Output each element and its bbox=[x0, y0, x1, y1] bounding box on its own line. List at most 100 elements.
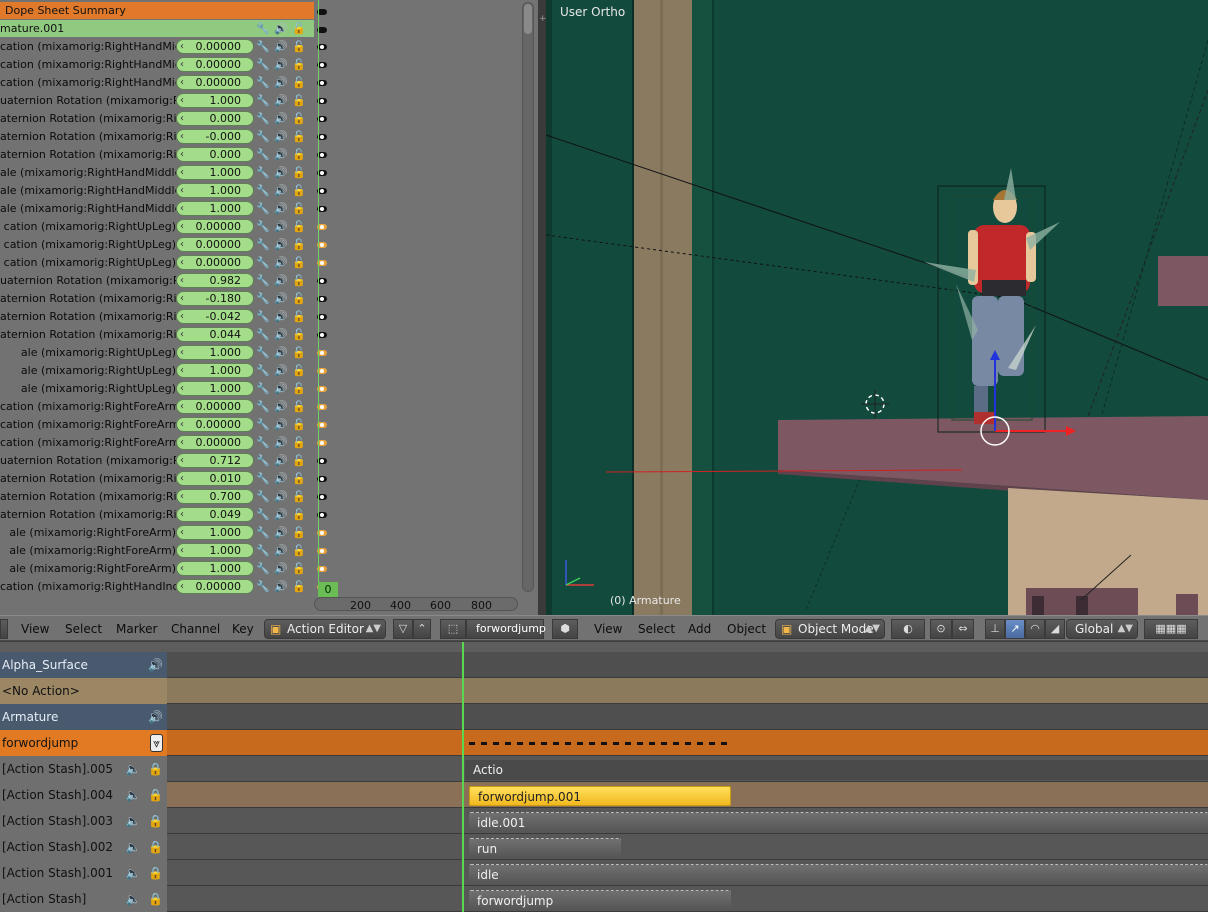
channel-value-field[interactable]: 0.712 bbox=[176, 453, 254, 468]
channel-name[interactable]: uaternion Rotation (mixamorig:Righ bbox=[0, 452, 176, 470]
nla-current-frame-line[interactable] bbox=[462, 642, 464, 912]
channel-row[interactable]: uaternion Rotation (mixamorig:Righ0.712🔧… bbox=[0, 452, 314, 470]
channel-row[interactable]: aternion Rotation (mixamorig:Right0.700🔧… bbox=[0, 488, 314, 506]
nla-strip[interactable]: idle bbox=[469, 864, 1208, 884]
speaker-icon[interactable]: 🔊 bbox=[274, 508, 288, 522]
nla-track-row[interactable]: [Action Stash].005 🔈 🔒 Actio bbox=[0, 756, 1208, 782]
wrench-icon[interactable]: 🔧 bbox=[256, 112, 270, 126]
speaker-icon[interactable]: 🔊 bbox=[274, 292, 288, 306]
wrench-icon[interactable]: 🔧 bbox=[256, 418, 270, 432]
channel-value-field[interactable]: 1.000 bbox=[176, 165, 254, 180]
speaker-icon[interactable]: 🔊 bbox=[274, 256, 288, 270]
lock-icon[interactable]: 🔓 bbox=[292, 292, 306, 306]
channel-row[interactable]: cation (mixamorig:RightHandMiddle0.00000… bbox=[0, 56, 314, 74]
lock-icon[interactable]: 🔓 bbox=[292, 562, 306, 576]
channel-row[interactable]: ale (mixamorig:RightHandMiddle3)1.000🔧 🔊 🔓 bbox=[0, 200, 314, 218]
channel-value-field[interactable]: 0.00000 bbox=[176, 219, 254, 234]
wrench-icon[interactable]: 🔧 bbox=[256, 382, 270, 396]
scale-icon[interactable]: ◢ bbox=[1045, 619, 1065, 639]
action-name-field[interactable]: forwordjump bbox=[466, 619, 546, 639]
push-down-icon[interactable]: ⩔ bbox=[150, 734, 163, 752]
wrench-icon[interactable]: 🔧 bbox=[256, 58, 270, 72]
speaker-icon[interactable]: 🔊 bbox=[274, 472, 288, 486]
channel-name[interactable]: cation (mixamorig:RightForeArm) bbox=[0, 434, 176, 452]
channel-row[interactable]: cation (mixamorig:RightUpLeg)0.00000🔧 🔊 🔓 bbox=[0, 236, 314, 254]
keyframe-area[interactable] bbox=[314, 0, 536, 615]
wrench-icon[interactable]: 🔧 bbox=[256, 436, 270, 450]
wrench-icon[interactable]: 🔧 bbox=[256, 166, 270, 180]
current-frame-line[interactable] bbox=[318, 0, 319, 592]
nla-track-header[interactable]: [Action Stash].003 🔈 🔒 bbox=[0, 808, 167, 834]
speaker-icon[interactable]: 🔊 bbox=[274, 544, 288, 558]
lock-icon[interactable]: 🔓 bbox=[292, 58, 306, 72]
channel-name[interactable]: aternion Rotation (mixamorig:Right bbox=[0, 308, 176, 326]
channel-value-field[interactable]: 1.000 bbox=[176, 525, 254, 540]
channel-row[interactable]: ale (mixamorig:RightHandMiddle3)1.000🔧 🔊 🔓 bbox=[0, 182, 314, 200]
layers-grid-icon[interactable]: ▦▦▦ bbox=[1144, 619, 1198, 639]
channel-value-field[interactable]: 0.00000 bbox=[176, 57, 254, 72]
lock-icon[interactable]: 🔓 bbox=[292, 508, 306, 522]
channel-name[interactable]: ale (mixamorig:RightUpLeg) bbox=[0, 380, 176, 398]
channel-name[interactable]: ale (mixamorig:RightHandMiddle3) bbox=[0, 200, 176, 218]
manipulator-toggle-icon[interactable]: ⇔ bbox=[952, 619, 974, 639]
channel-name[interactable]: cation (mixamorig:RightUpLeg) bbox=[0, 218, 176, 236]
channel-value-field[interactable]: 1.000 bbox=[176, 93, 254, 108]
nla-track-lane[interactable]: run bbox=[167, 834, 1208, 860]
channel-value-field[interactable]: 0.00000 bbox=[176, 255, 254, 270]
channel-row[interactable]: aternion Rotation (mixamorig:Right0.000🔧… bbox=[0, 110, 314, 128]
channel-name[interactable]: cation (mixamorig:RightForeArm) bbox=[0, 398, 176, 416]
speaker-icon[interactable]: 🔊 bbox=[274, 328, 288, 342]
channel-row[interactable]: aternion Rotation (mixamorig:Right-0.042… bbox=[0, 308, 314, 326]
lock-icon[interactable]: 🔓 bbox=[292, 148, 306, 162]
channel-value-field[interactable]: 0.00000 bbox=[176, 579, 254, 594]
nla-track-header[interactable]: [Action Stash].005 🔈 🔒 bbox=[0, 756, 167, 782]
menu-key[interactable]: Key bbox=[232, 616, 254, 642]
wrench-icon[interactable]: 🔧 bbox=[256, 220, 270, 234]
menu-select[interactable]: Select bbox=[638, 616, 675, 642]
wrench-icon[interactable]: 🔧 bbox=[256, 346, 270, 360]
channel-row[interactable]: cation (mixamorig:RightUpLeg)0.00000🔧 🔊 🔓 bbox=[0, 254, 314, 272]
wrench-icon[interactable]: 🔧 bbox=[256, 292, 270, 306]
channel-name[interactable]: aternion Rotation (mixamorig:Right bbox=[0, 128, 176, 146]
channel-name[interactable]: aternion Rotation (mixamorig:Right bbox=[0, 506, 176, 524]
area-divider[interactable]: + bbox=[538, 0, 547, 615]
wrench-icon[interactable]: 🔧 bbox=[256, 400, 270, 414]
speaker-icon[interactable]: 🔈 bbox=[125, 866, 140, 880]
nla-track-row[interactable]: [Action Stash].002 🔈 🔒 run bbox=[0, 834, 1208, 860]
nla-track-lane[interactable]: Actio bbox=[167, 756, 1208, 782]
armature-channel[interactable]: mature.001 🔧 🔊 🔓 bbox=[0, 20, 314, 37]
shading-icon[interactable]: ◐ bbox=[891, 619, 925, 639]
channel-row[interactable]: aternion Rotation (mixamorig:Right0.000🔧… bbox=[0, 146, 314, 164]
nla-track-row[interactable]: [Action Stash].004 🔈 🔒 forwordjump.001 bbox=[0, 782, 1208, 808]
channel-row[interactable]: ale (mixamorig:RightHandMiddle3)1.000🔧 🔊 🔓 bbox=[0, 164, 314, 182]
translate-icon[interactable]: ↗ bbox=[1005, 619, 1025, 639]
speaker-icon[interactable]: 🔊 bbox=[274, 40, 288, 54]
nla-track-lane[interactable]: idle.001 bbox=[167, 808, 1208, 834]
nla-strip[interactable]: forwordjump.001 bbox=[469, 786, 731, 806]
lock-icon[interactable]: 🔓 bbox=[292, 328, 306, 342]
lock-icon[interactable]: 🔓 bbox=[292, 94, 306, 108]
speaker-icon[interactable]: 🔊 bbox=[274, 76, 288, 90]
lock-icon[interactable]: 🔓 bbox=[292, 76, 306, 90]
lock-icon[interactable]: 🔓 bbox=[292, 256, 306, 270]
wrench-icon[interactable]: 🔧 bbox=[256, 148, 270, 162]
nla-track-row[interactable]: [Action Stash] 🔈 🔒 forwordjump bbox=[0, 886, 1208, 912]
lock-icon[interactable]: 🔓 bbox=[292, 454, 306, 468]
channel-value-field[interactable]: 1.000 bbox=[176, 381, 254, 396]
nla-editor[interactable]: Alpha_Surface 🔊 <No Action> Armature 🔊 forwor… bbox=[0, 642, 1208, 912]
channel-value-field[interactable]: -0.180 bbox=[176, 291, 254, 306]
channel-value-field[interactable]: 0.00000 bbox=[176, 39, 254, 54]
channel-value-field[interactable]: 0.700 bbox=[176, 489, 254, 504]
channel-value-field[interactable]: 1.000 bbox=[176, 363, 254, 378]
nla-track-row[interactable]: [Action Stash].003 🔈 🔒 idle.001 bbox=[0, 808, 1208, 834]
channel-row[interactable]: cation (mixamorig:RightUpLeg)0.00000🔧 🔊 🔓 bbox=[0, 218, 314, 236]
wrench-icon[interactable]: 🔧 bbox=[256, 238, 270, 252]
speaker-icon[interactable]: 🔊 bbox=[274, 94, 288, 108]
channel-value-field[interactable]: 0.010 bbox=[176, 471, 254, 486]
channel-name[interactable]: ale (mixamorig:RightHandMiddle3) bbox=[0, 164, 176, 182]
speaker-icon[interactable]: 🔊 bbox=[148, 704, 163, 730]
channel-row[interactable]: ale (mixamorig:RightUpLeg)1.000🔧 🔊 🔓 bbox=[0, 362, 314, 380]
speaker-icon[interactable]: 🔊 bbox=[274, 382, 288, 396]
rotate-icon[interactable]: ◠ bbox=[1025, 619, 1045, 639]
channel-row[interactable]: ale (mixamorig:RightForeArm)1.000🔧 🔊 🔓 bbox=[0, 560, 314, 578]
